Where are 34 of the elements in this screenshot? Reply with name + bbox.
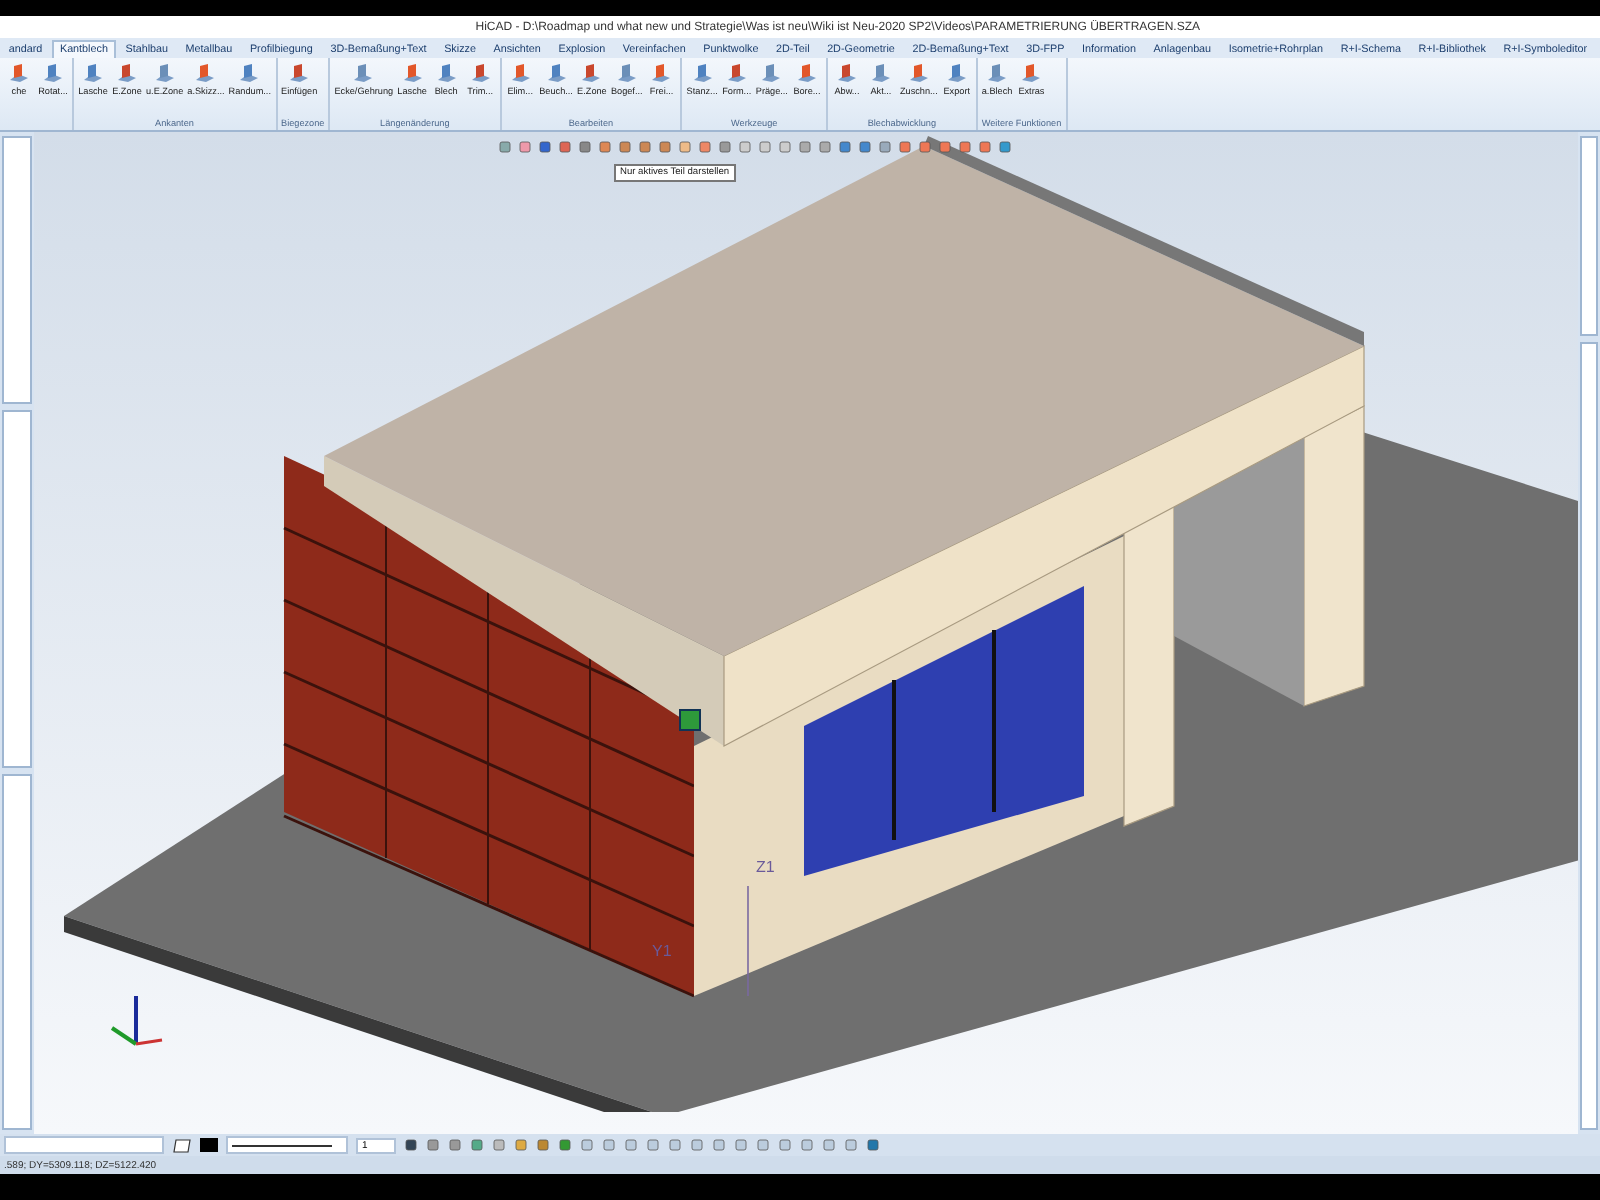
sheet-metal-icon — [288, 62, 311, 84]
sheet-metal-icon — [82, 62, 104, 84]
line-style-dropdown[interactable] — [226, 1136, 348, 1154]
axis-label: Z1 — [756, 858, 775, 876]
sheet-metal-icon — [8, 62, 30, 84]
sheet-metal-icon — [869, 62, 892, 84]
sheet-metal-icon — [650, 62, 673, 84]
sheet-metal-icon — [691, 62, 714, 84]
cube-icon — [678, 708, 702, 732]
sheet-metal-icon — [545, 62, 568, 84]
sheet-metal-icon — [238, 62, 261, 84]
sheet-metal-icon — [725, 62, 748, 84]
sheet-metal-icon — [795, 62, 818, 84]
color-swatch[interactable] — [200, 1138, 218, 1152]
axis-label: Y1 — [652, 942, 672, 960]
sheet-metal-icon — [153, 62, 176, 84]
sheet-metal-icon — [760, 62, 783, 84]
sheet-metal-icon — [1020, 62, 1043, 84]
sheet-metal-icon — [401, 62, 424, 84]
sheet-metal-icon — [509, 62, 532, 84]
sheet-metal-icon — [580, 62, 603, 84]
sheet-metal-icon — [42, 62, 64, 84]
command-input-field[interactable] — [4, 1136, 164, 1154]
sheet-metal-icon — [435, 62, 458, 84]
sheet-metal-icon — [194, 62, 217, 84]
sheet-metal-icon — [116, 62, 138, 84]
sheet-metal-icon — [469, 62, 492, 84]
sheet-metal-icon — [986, 62, 1009, 84]
line-sample-icon — [232, 1143, 332, 1147]
sheet-metal-icon — [352, 62, 375, 84]
sheet-metal-icon — [615, 62, 638, 84]
sheet-metal-icon — [835, 62, 858, 84]
sheet-metal-icon — [945, 62, 968, 84]
sheet-metal-icon — [907, 62, 930, 84]
